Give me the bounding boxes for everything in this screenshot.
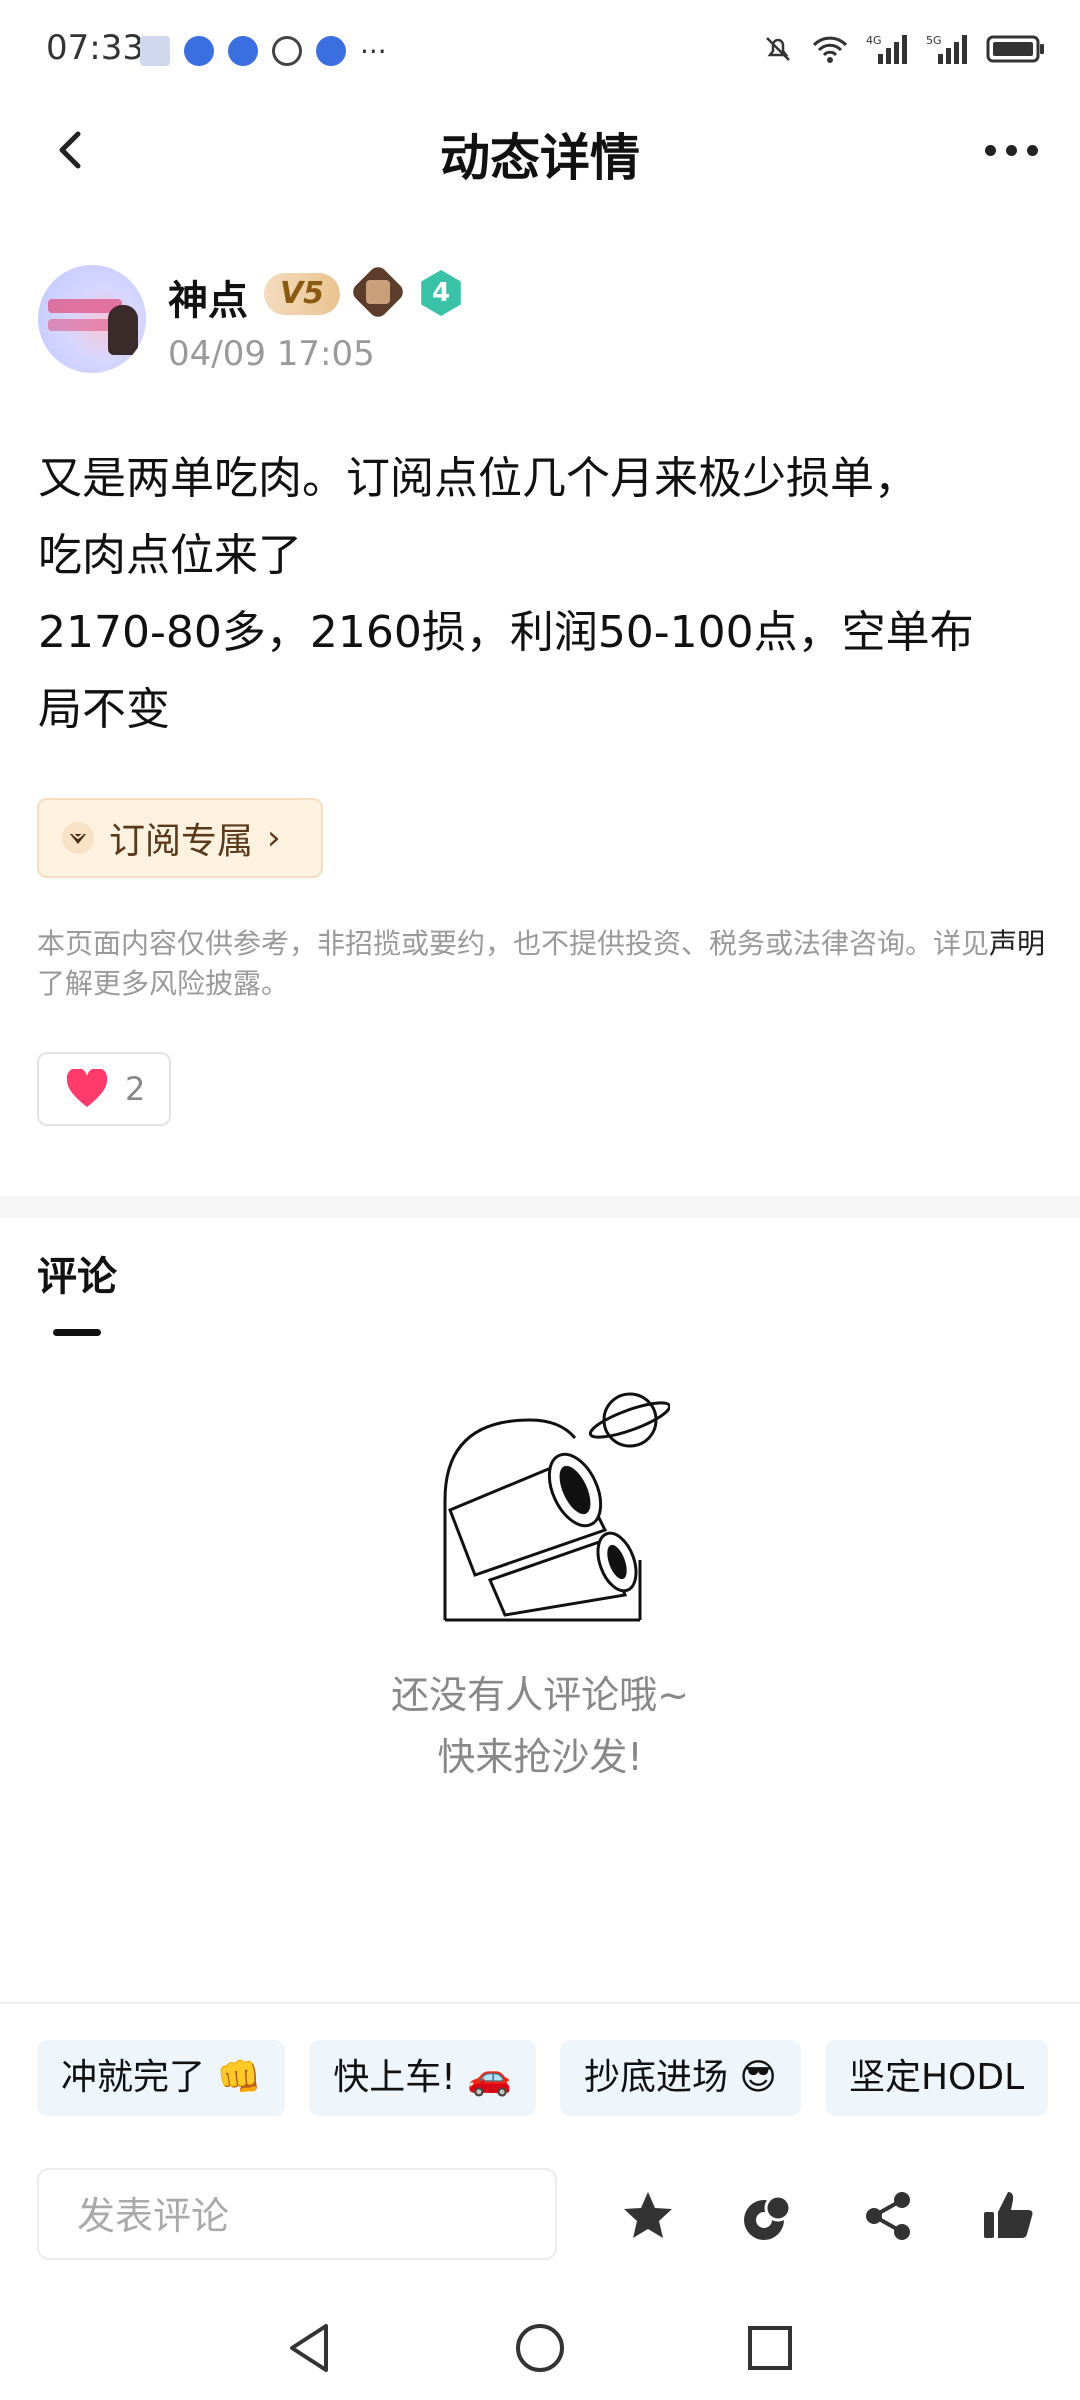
section-divider	[0, 1196, 1080, 1218]
medal-badge-inner	[366, 280, 390, 304]
thumbs-up-button[interactable]	[978, 2186, 1038, 2246]
share-button[interactable]	[858, 2186, 918, 2246]
reward-button[interactable]	[738, 2186, 798, 2246]
app-notification-icon	[184, 36, 214, 66]
hand-icon	[272, 36, 302, 66]
signal-5g-icon: 5G	[926, 34, 967, 64]
nav-home-icon[interactable]	[510, 2318, 570, 2378]
disclaimer: 本页面内容仅供参考，非招揽或要约，也不提供投资、税务或法律咨询。详见声明了解更多…	[37, 924, 1047, 1004]
nav-recents-icon[interactable]	[740, 2318, 800, 2378]
quick-reply-chip[interactable]: 坚定HODL	[824, 2040, 1049, 2116]
subscribe-label: 订阅专属	[109, 821, 254, 862]
author-avatar[interactable]	[38, 265, 146, 373]
chevron-right-icon: ›	[267, 818, 281, 858]
vip-badge: V5	[264, 273, 340, 315]
disclaimer-text: 本页面内容仅供参考，非招揽或要约，也不提供投资、税务或法律咨询。详见	[37, 927, 990, 960]
more-dot	[985, 145, 996, 156]
divider	[0, 2002, 1080, 2004]
mute-icon	[766, 37, 790, 61]
disclaimer-text-end: 了解更多风险披露。	[37, 967, 290, 1000]
tab-underline	[53, 1329, 101, 1336]
level-badge: 4	[421, 270, 461, 316]
battery-icon	[986, 35, 1044, 63]
status-bar: 07:33 ··· 4G 5G	[0, 0, 1080, 100]
favorite-button[interactable]	[618, 2186, 678, 2246]
post-time: 04/09 17:05	[168, 334, 375, 374]
more-dot	[1006, 145, 1017, 156]
thumbs-up-icon	[984, 2192, 1033, 2238]
app-notification-icon	[228, 36, 258, 66]
share-icon	[866, 2192, 910, 2240]
signal-4g-icon: 4G	[866, 34, 907, 64]
quick-reply-chip[interactable]: 冲就完了 👊	[37, 2040, 286, 2116]
more-options-button[interactable]	[985, 145, 1038, 156]
empty-comments-text: 还没有人评论哦~	[391, 1673, 689, 1717]
notification-avatar-icon	[140, 36, 170, 66]
more-notifications-icon: ···	[360, 34, 387, 68]
notification-icons: ···	[140, 30, 387, 72]
post-content: 又是两单吃肉。订阅点位几个月来极少损单， 吃肉点位来了 2170-80多，216…	[38, 453, 974, 735]
subscribe-exclusive-button[interactable]: 订阅专属 ›	[37, 798, 323, 878]
more-dot	[1027, 145, 1038, 156]
like-count: 2	[125, 1070, 146, 1108]
telescope-empty-illustration	[443, 1392, 670, 1622]
coin-icon	[744, 2194, 792, 2240]
wifi-icon	[812, 36, 848, 63]
tab-comments[interactable]: 评论	[37, 1244, 117, 1302]
heart-icon	[66, 1069, 108, 1107]
comment-input[interactable]: 发表评论	[37, 2168, 557, 2260]
quick-reply-chip[interactable]: 快上车! 🚗	[309, 2040, 536, 2116]
like-button[interactable]: 2	[37, 1052, 171, 1126]
diamond-icon	[62, 822, 94, 854]
quick-reply-chip[interactable]: 抄底进场 😎	[559, 2040, 801, 2116]
empty-comments-subtext: 快来抢沙发!	[437, 1735, 643, 1779]
status-time: 07:33	[46, 28, 144, 68]
star-icon	[624, 2192, 672, 2238]
page-title: 动态详情	[440, 129, 640, 187]
app-notification-icon	[316, 36, 346, 66]
author-name[interactable]: 神点	[168, 268, 248, 326]
system-navigation-bar	[0, 2300, 1080, 2400]
quick-replies: 冲就完了 👊 快上车! 🚗 抄底进场 😎 坚定HODL	[37, 2040, 1080, 2116]
svg-text:5G: 5G	[926, 34, 942, 47]
svg-text:4G: 4G	[866, 34, 882, 47]
statement-link[interactable]: 声明	[989, 927, 1045, 960]
avatar-detail	[108, 305, 138, 355]
system-icons: 4G 5G	[762, 32, 1046, 66]
nav-back-icon[interactable]	[280, 2318, 340, 2378]
